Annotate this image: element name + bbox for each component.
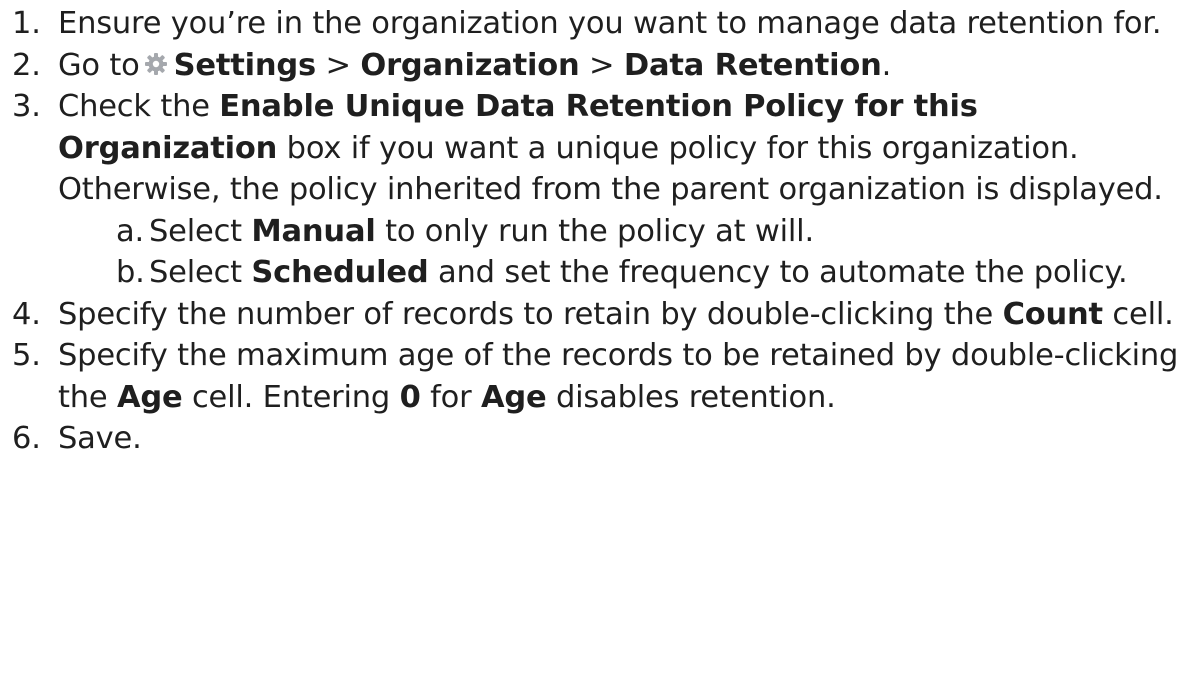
sub-step-pre: Select [149, 255, 252, 290]
steps-list: 1. Ensure you’re in the organization you… [0, 3, 1190, 460]
step-6: 6. Save. [0, 418, 1190, 460]
step-number: 1. [12, 6, 41, 41]
step-text-end: . [881, 47, 892, 83]
breadcrumb-separator: > [579, 47, 624, 83]
step-3: 3. Check the Enable Unique Data Retentio… [0, 86, 1190, 294]
sub-step-b: b. Select Scheduled and set the frequenc… [58, 252, 1190, 294]
step-text-pre: Specify the number of records to retain … [58, 296, 1003, 332]
age-cell-reference: Age [480, 379, 547, 415]
step-4: 4. Specify the number of records to reta… [0, 294, 1190, 336]
step-text: Ensure you’re in the organization you wa… [58, 6, 1162, 41]
count-cell-reference: Count [1002, 296, 1104, 332]
manual-option-reference: Manual [251, 213, 376, 249]
step-number: 5. [12, 338, 41, 373]
settings-menu-label: Settings [173, 47, 317, 83]
step-text-post: cell. [1102, 296, 1174, 332]
scheduled-option-reference: Scheduled [251, 255, 429, 290]
step-text-pre: Check the [58, 89, 220, 124]
sub-step-letter: a. [116, 213, 144, 249]
step-text-mid: for [420, 379, 481, 415]
step-number: 2. [12, 47, 41, 83]
organization-menu-label: Organization [360, 47, 580, 83]
gear-icon [144, 52, 167, 75]
sub-step-pre: Select [149, 213, 252, 249]
step-number: 3. [12, 89, 41, 124]
step-number: 6. [12, 421, 41, 456]
step-2: 2. Go to Settings > Organization > Data … [0, 45, 1190, 87]
step-text-pre: Go to [58, 47, 140, 83]
step-1: 1. Ensure you’re in the organization you… [0, 3, 1190, 45]
zero-value-reference: 0 [399, 379, 421, 415]
sub-step-post: and set the frequency to automate the po… [428, 255, 1128, 290]
step-number: 4. [12, 296, 41, 332]
step-5: 5. Specify the maximum age of the record… [0, 335, 1190, 418]
procedure-document: 1. Ensure you’re in the organization you… [0, 3, 1190, 460]
sub-step-letter: b. [116, 255, 145, 290]
breadcrumb-separator: > [315, 47, 361, 83]
data-retention-menu-label: Data Retention [623, 47, 882, 83]
step-text-post: disables retention. [546, 379, 836, 415]
sub-steps-list: a. Select Manual to only run the policy … [58, 211, 1190, 294]
sub-step-post: to only run the policy at will. [375, 213, 814, 249]
step-text-mid: cell. Entering [182, 379, 400, 415]
sub-step-a: a. Select Manual to only run the policy … [58, 211, 1190, 253]
step-text: Save. [58, 421, 142, 456]
age-cell-reference: Age [116, 379, 183, 415]
